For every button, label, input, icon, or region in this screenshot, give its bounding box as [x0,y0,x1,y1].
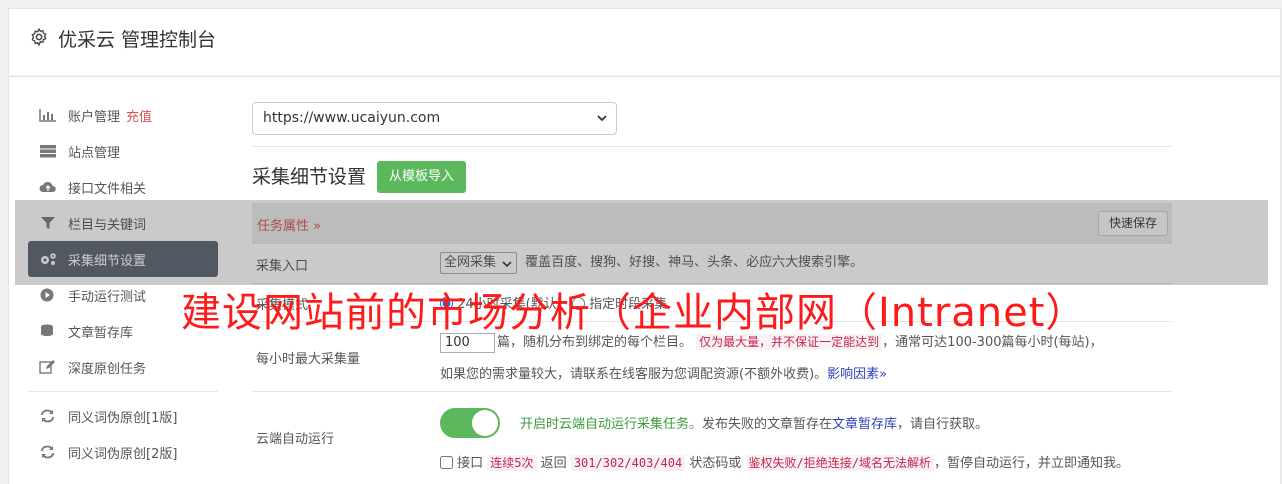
cloud-run-toggle[interactable] [440,408,500,438]
refresh-icon [40,409,55,423]
sidebar-item-synonym-v1[interactable]: 同义词伪原创[1版] [28,398,218,434]
cloud-run-row: 云端自动运行 开启时云端自动运行采集任务。发布失败的文章暂存在文章暂存库，请自行… [252,391,1172,481]
toggle-knob [472,410,498,436]
pink-auth-fail: 鉴权失败/拒绝连接/域名无法解析 [745,455,934,471]
sidebar-item-sites[interactable]: 站点管理 [28,133,218,169]
cloud-run-text2: ，请自行获取。 [897,417,989,432]
recharge-link[interactable]: 充值 [126,106,152,125]
play-icon [40,288,54,302]
cloud-upload-icon [39,181,56,192]
site-select[interactable]: https://www.ucaiyun.com [252,102,617,135]
chevron-down-icon [597,115,607,122]
cb-text: 接口 [457,456,484,471]
cloud-run-green: 开启时云端自动运行采集任务。 [520,417,703,432]
cloud-run-text1: 发布失败的文章暂存在 [702,417,833,432]
max-per-hour-line2: 如果您的需求量较大，请联系在线客服为您调配资源(不额外收费)。影响因素» [440,363,887,382]
cloud-run-desc: 开启时云端自动运行采集任务。发布失败的文章暂存在文章暂存库，请自行获取。 [520,413,988,432]
gear-icon [31,27,47,47]
site-select-value: https://www.ucaiyun.com [263,110,441,126]
influence-factors-link[interactable]: 影响因素» [827,367,887,382]
sidebar-item-label: 深度原创任务 [68,361,147,377]
cloud-text5: ，暂停自动运行，并立即通知我。 [933,456,1129,471]
interface-pause-checkbox[interactable] [440,456,453,469]
header: 优采云 管理控制台 [8,8,1281,75]
cloud-text3: 返回 [540,456,567,471]
database-icon [41,324,53,336]
sidebar-item-synonym-v2[interactable]: 同义词伪原创[2版] [28,434,218,470]
import-template-button[interactable]: 从模板导入 [377,161,467,193]
max-per-hour-label: 每小时最大采集量 [256,352,361,367]
sidebar-item-label: 同义词伪原创[1版] [68,410,178,426]
sidebar-item-label: 手动运行测试 [68,289,147,305]
cloud-run-label: 云端自动运行 [256,432,335,447]
overlay-title: 建设网站前的市场分析（企业内部网（Intranet） [181,290,1087,336]
sidebar-item-account[interactable]: 账户管理 充值 [28,97,218,133]
edit-icon [39,360,55,374]
bar-chart-icon [39,109,56,122]
overlay-band [15,200,1268,285]
cloud-text4: 状态码或 [689,456,742,471]
section-title: 采集细节设置 [252,166,367,188]
refresh-icon [40,445,55,459]
page-title: 优采云 管理控制台 [58,29,217,51]
divider [252,146,1172,147]
article-store-link[interactable]: 文章暂存库 [832,417,897,432]
sidebar-divider [28,391,218,392]
sidebar-item-label: 文章暂存库 [68,325,134,341]
sidebar-item-label: 同义词伪原创[2版] [68,446,178,462]
pink-status-codes: 301/302/403/404 [570,455,686,471]
sidebar-item-label: 站点管理 [68,145,121,161]
sidebar-item-label: 接口文件相关 [68,181,147,197]
sidebar-item-label: 账户管理 [68,109,121,125]
sidebar-item-deep-original[interactable]: 深度原创任务 [28,349,218,385]
pink-consecutive: 连续5次 [487,455,537,471]
max-text3: 如果您的需求量较大，请联系在线客服为您调配资源(不额外收费)。 [440,367,828,382]
server-icon [40,145,56,158]
cloud-run-line2: 接口 连续5次 返回 301/302/403/404 状态码或 鉴权失败/拒绝连… [440,452,1129,471]
